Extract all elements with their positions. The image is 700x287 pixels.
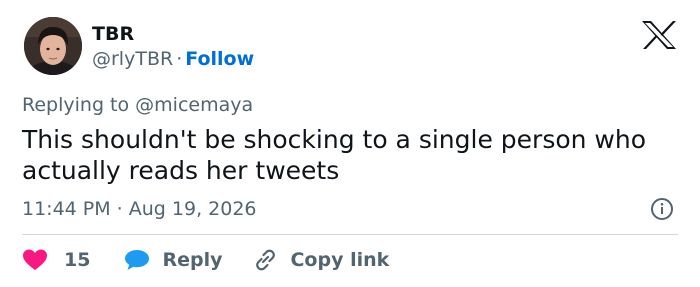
avatar[interactable]: [24, 17, 82, 75]
heart-icon: [22, 248, 48, 272]
author-name[interactable]: TBR: [92, 22, 134, 46]
tweet-text: This shouldn't be shocking to a single p…: [22, 125, 647, 185]
tweet-embed-card: TBR @rlyTBR · Follow Replying to @micemaya…: [0, 0, 700, 287]
follow-button[interactable]: Follow: [185, 48, 254, 70]
info-icon[interactable]: [650, 197, 674, 221]
replying-to[interactable]: Replying to @micemaya: [22, 93, 253, 117]
author-handle-row: @rlyTBR · Follow: [92, 47, 254, 71]
tweet-timestamp[interactable]: 11:44 PM · Aug 19, 2026: [22, 197, 257, 221]
reply-button[interactable]: Reply: [124, 248, 222, 272]
reply-label: Reply: [162, 249, 223, 271]
x-logo-icon[interactable]: [640, 20, 678, 50]
copy-link-label: Copy link: [290, 249, 390, 271]
speech-bubble-icon: [124, 248, 150, 272]
like-count: 15: [64, 249, 91, 271]
link-icon: [252, 248, 278, 272]
author-handle[interactable]: @rlyTBR: [92, 48, 173, 70]
action-bar: 15 Reply Copy link: [22, 247, 389, 273]
copy-link-button[interactable]: Copy link: [252, 248, 389, 272]
like-button[interactable]: 15: [22, 248, 90, 272]
separator-dot: ·: [176, 48, 183, 70]
divider: [22, 234, 678, 235]
